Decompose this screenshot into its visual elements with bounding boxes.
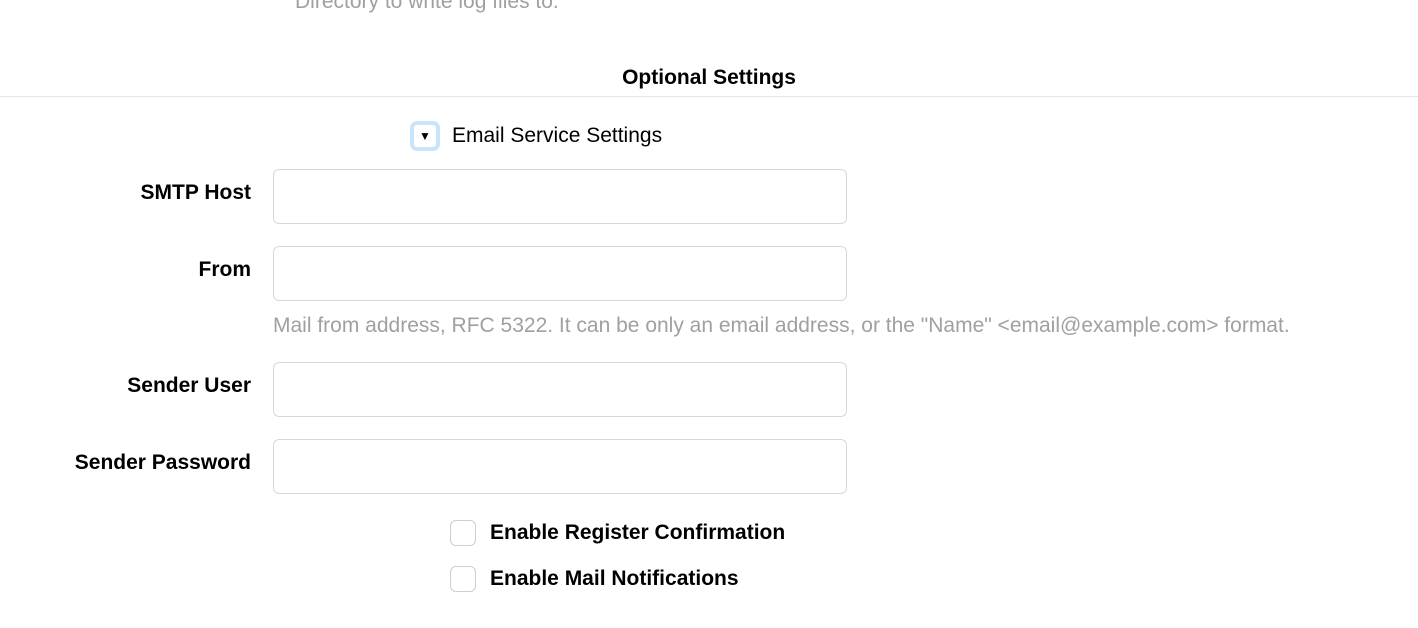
sender-user-label: Sender User bbox=[0, 362, 273, 398]
details-toggle-row: ▼ Email Service Settings bbox=[0, 121, 1418, 151]
from-input[interactable] bbox=[273, 246, 847, 301]
section-title: Optional Settings bbox=[0, 66, 1418, 90]
enable-register-confirmation-checkbox[interactable] bbox=[450, 520, 476, 546]
details-title: Email Service Settings bbox=[452, 124, 662, 148]
smtp-host-row: SMTP Host bbox=[0, 169, 1418, 224]
section-divider: Optional Settings bbox=[0, 66, 1418, 97]
enable-mail-notifications-row: Enable Mail Notifications bbox=[0, 566, 1418, 592]
enable-register-confirmation-row: Enable Register Confirmation bbox=[0, 520, 1418, 546]
from-label: From bbox=[0, 246, 273, 282]
sender-password-label: Sender Password bbox=[0, 439, 273, 475]
from-help-text: Mail from address, RFC 5322. It can be o… bbox=[273, 311, 1418, 340]
enable-register-confirmation-label[interactable]: Enable Register Confirmation bbox=[490, 521, 785, 545]
sender-user-row: Sender User bbox=[0, 362, 1418, 417]
expand-collapse-button[interactable]: ▼ bbox=[410, 121, 440, 151]
from-row: From Mail from address, RFC 5322. It can… bbox=[0, 246, 1418, 340]
caret-down-icon: ▼ bbox=[419, 130, 431, 142]
previous-field-help-text: Directory to write log files to. bbox=[0, 0, 1418, 14]
enable-mail-notifications-label[interactable]: Enable Mail Notifications bbox=[490, 567, 739, 591]
sender-password-input[interactable] bbox=[273, 439, 847, 494]
sender-user-input[interactable] bbox=[273, 362, 847, 417]
enable-mail-notifications-checkbox[interactable] bbox=[450, 566, 476, 592]
sender-password-row: Sender Password bbox=[0, 439, 1418, 494]
smtp-host-label: SMTP Host bbox=[0, 169, 273, 205]
smtp-host-input[interactable] bbox=[273, 169, 847, 224]
